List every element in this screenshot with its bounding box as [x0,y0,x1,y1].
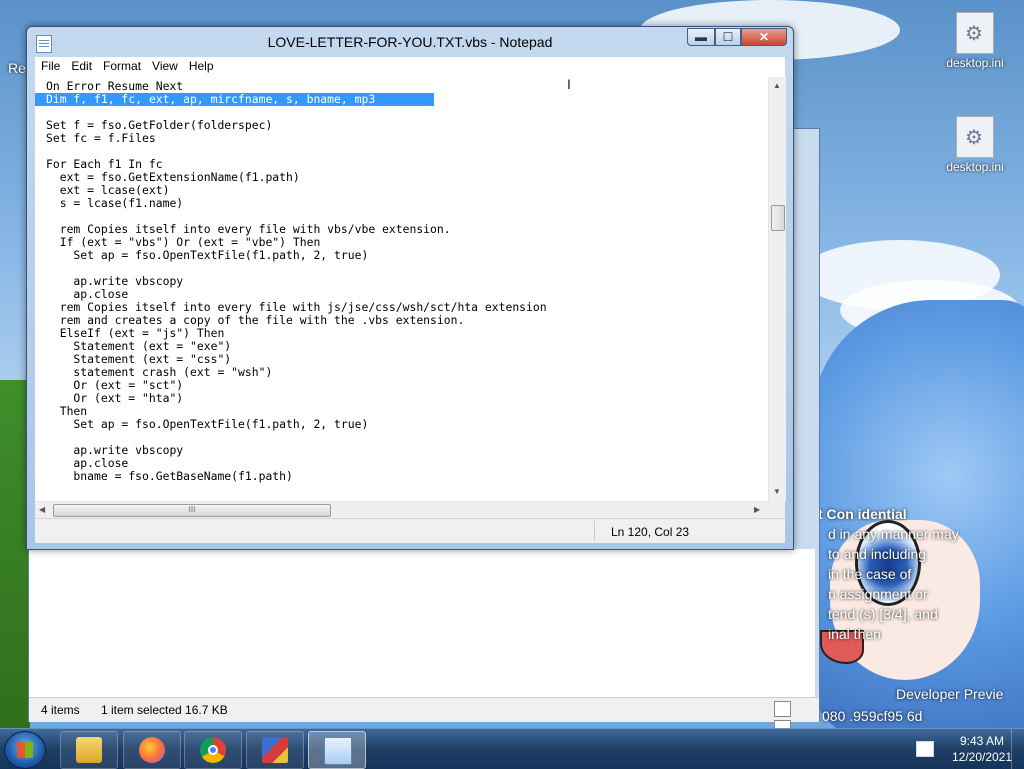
setup-program-icon [262,737,288,763]
close-button[interactable]: ✕ [741,28,787,46]
start-button[interactable] [4,731,46,769]
explorer-item-count: 4 items [41,703,80,717]
wallpaper-line: inal then [828,626,881,642]
menu-bar: File Edit Format View Help [35,57,785,78]
taskbar-explorer-button[interactable] [60,731,118,769]
horizontal-scroll-thumb[interactable]: III [53,504,331,517]
show-desktop-button[interactable] [1011,729,1024,769]
text-cursor-icon: I [567,76,571,92]
firefox-icon [139,737,165,763]
chrome-icon [200,737,226,763]
menu-edit[interactable]: Edit [65,57,97,73]
text-editor-area[interactable]: On Error Resume Next Dim f, f1, fc, ext, … [35,77,785,518]
window-title: LOVE-LETTER-FOR-YOU.TXT.vbs - Notepad [267,34,553,50]
code-line[interactable]: Or (ext = "hta") [46,392,547,405]
action-center-flag-icon[interactable] [916,741,934,757]
taskbar-firefox-button[interactable] [123,731,181,769]
code-line[interactable]: Set ap = fso.OpenTextFile(f1.path, 2, tr… [46,249,547,262]
wallpaper-dev-preview: Developer Previe [896,686,1004,702]
scroll-left-arrow-icon[interactable]: ◀ [39,505,45,514]
desktop-icon-label: desktop.ini [946,160,1004,174]
taskbar-setup-button[interactable] [246,731,304,769]
code-line[interactable]: s = lcase(f1.name) [46,197,547,210]
notepad-status-bar: Ln 120, Col 23 [35,518,785,543]
wallpaper-line: tend (s) [3/4], and [828,606,938,622]
explorer-status-bar: 4 items 1 item selected 16.7 KB [29,697,819,736]
taskbar-chrome-button[interactable] [184,731,242,769]
notepad-icon [324,737,352,765]
clock-time[interactable]: 9:43 AM [944,734,1020,748]
desktop-icon-desktop-ini[interactable]: desktop.ini [940,116,1010,174]
status-separator [594,521,595,541]
explorer-selection-info: 1 item selected 16.7 KB [101,703,228,717]
menu-file[interactable]: File [35,57,65,73]
menu-format[interactable]: Format [97,57,146,73]
maximize-button[interactable]: ☐ [715,28,741,46]
desktop-icon-desktop-ini[interactable]: desktop.ini [940,12,1010,70]
wallpaper-line: in the case of [828,566,912,582]
taskbar-notepad-button[interactable] [308,731,366,769]
wallpaper-line: d in any manner may [828,526,959,542]
cursor-position: Ln 120, Col 23 [611,525,690,539]
explorer-view-toggle[interactable] [771,701,809,736]
folder-icon [76,737,102,763]
wallpaper-build: 080 .959cf95 6d [822,708,923,724]
wallpaper-line: n assignment or [828,586,928,602]
vertical-scrollbar[interactable]: ▲ ▼ [768,77,786,501]
script-text[interactable]: On Error Resume Next Dim f, f1, fc, ext, … [35,80,547,483]
settings-file-icon [956,116,994,158]
vertical-scroll-thumb[interactable] [771,205,785,231]
code-line[interactable]: Set ap = fso.OpenTextFile(f1.path, 2, tr… [46,418,547,431]
code-line[interactable]: bname = fso.GetBaseName(f1.path) [46,470,547,483]
menu-view[interactable]: View [146,57,183,73]
scroll-up-arrow-icon[interactable]: ▲ [773,81,781,90]
scrollbar-corner [768,501,785,518]
wallpaper-line: to and including [828,546,927,562]
minimize-button[interactable]: ▬ [687,28,715,46]
taskbar: 9:43 AM 12/20/2021 [0,728,1024,769]
notepad-window[interactable]: LOVE-LETTER-FOR-YOU.TXT.vbs - Notepad ▬ … [26,26,794,550]
clock-date[interactable]: 12/20/2021 [944,750,1020,764]
desktop-icon-label: desktop.ini [946,56,1004,70]
settings-file-icon [956,12,994,54]
details-view-icon[interactable] [774,701,791,717]
desktop-partial-label: Re [8,60,26,76]
code-line[interactable]: Set fc = f.Files [46,132,547,145]
horizontal-scrollbar[interactable]: ◀ III ▶ [35,501,768,519]
explorer-file-pane[interactable] [29,549,815,697]
menu-help[interactable]: Help [183,57,219,73]
wallpaper-heading: t Con idential [818,506,907,522]
scroll-down-arrow-icon[interactable]: ▼ [773,487,781,496]
notepad-title-bar[interactable]: LOVE-LETTER-FOR-YOU.TXT.vbs - Notepad ▬ … [27,27,793,57]
scroll-right-arrow-icon[interactable]: ▶ [754,505,760,514]
selected-code-line[interactable]: Dim f, f1, fc, ext, ap, mircfname, s, bn… [35,93,434,106]
system-tray: 9:43 AM 12/20/2021 [908,729,1024,769]
